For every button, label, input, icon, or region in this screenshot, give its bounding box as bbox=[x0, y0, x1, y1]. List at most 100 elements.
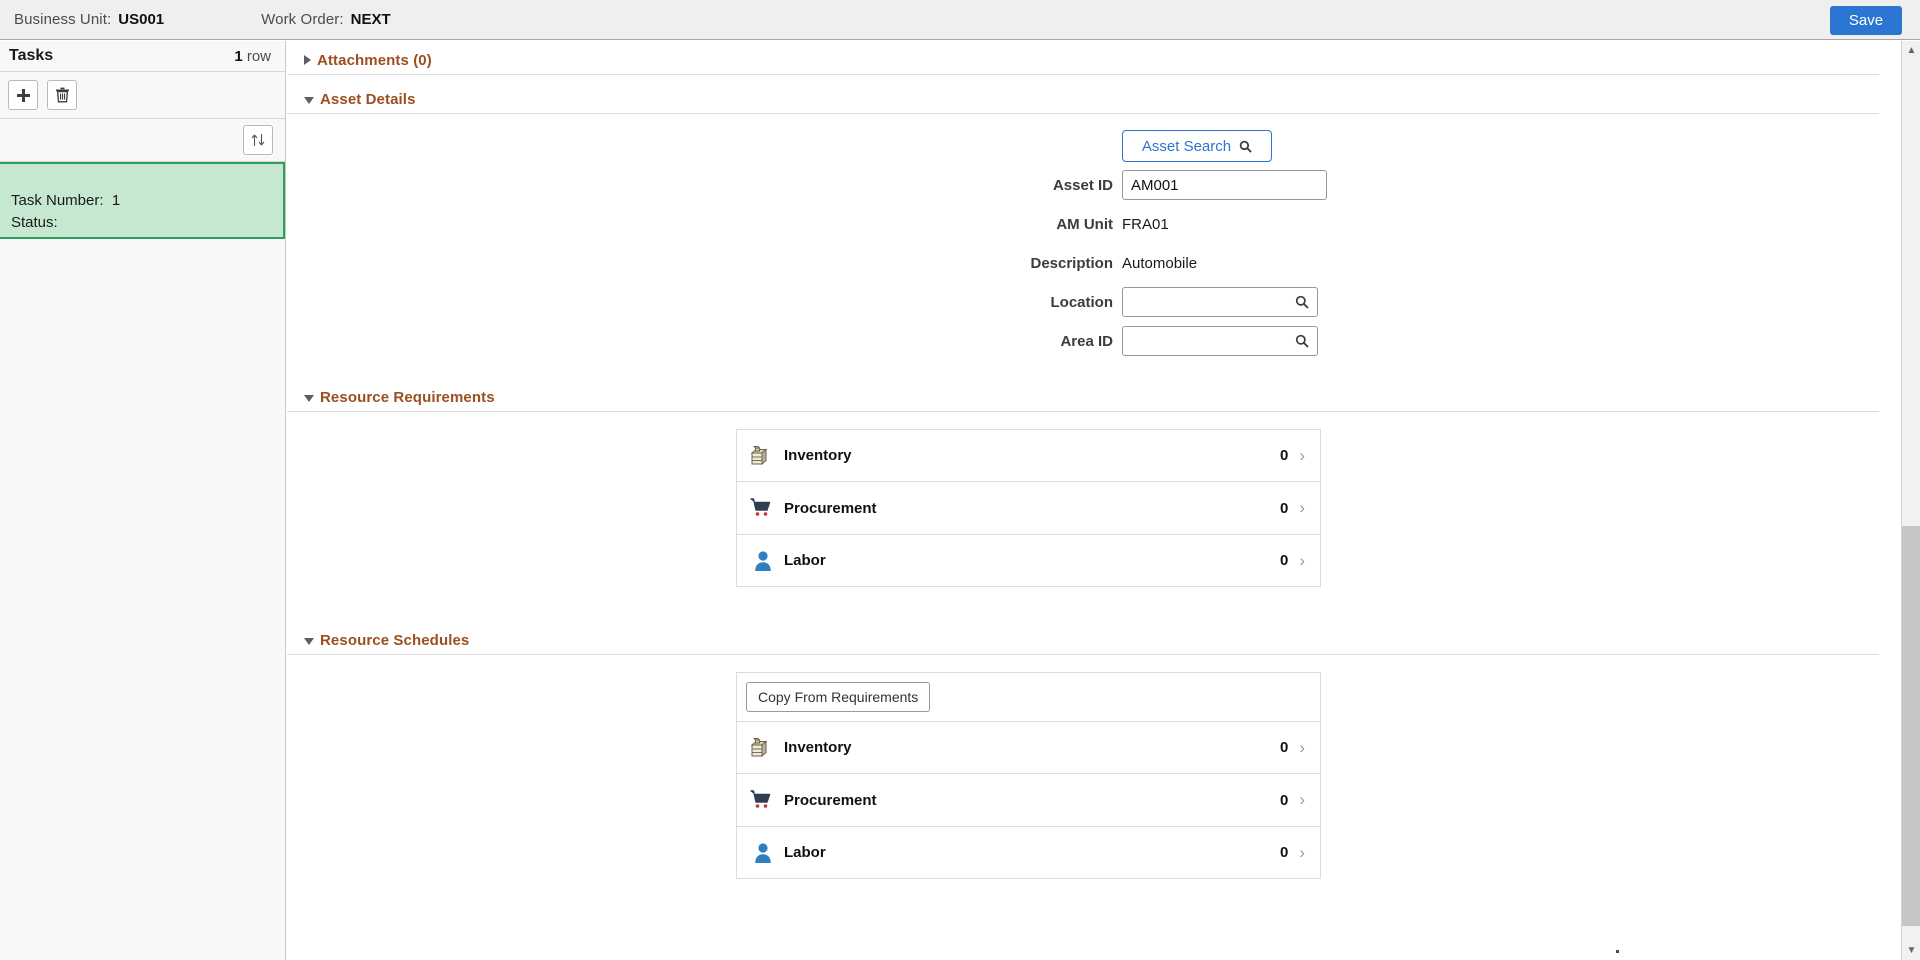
chevron-right-icon[interactable]: › bbox=[1299, 790, 1305, 810]
requirements-inventory-card: Inventory 0 › bbox=[736, 429, 1321, 482]
scroll-down-arrow[interactable]: ▼ bbox=[1902, 941, 1920, 960]
location-lookup-field[interactable] bbox=[1122, 287, 1318, 317]
area-id-row: Area ID bbox=[287, 326, 1901, 356]
tasks-row-count-suffix: row bbox=[243, 48, 271, 65]
resource-requirements-list: Inventory 0 › Procurement 0 › bbox=[736, 429, 1321, 587]
schedules-labor-label: Labor bbox=[784, 844, 1280, 861]
shopping-cart-icon bbox=[749, 496, 777, 520]
inventory-rack-icon bbox=[749, 736, 777, 760]
work-order-label: Work Order: bbox=[261, 11, 344, 28]
sort-arrows-icon bbox=[250, 132, 266, 148]
copy-from-requirements-row: Copy From Requirements bbox=[737, 673, 1320, 721]
location-row: Location bbox=[287, 287, 1901, 317]
requirements-inventory-label: Inventory bbox=[784, 447, 1280, 464]
person-icon bbox=[749, 842, 777, 864]
schedules-procurement-card: Procurement 0 › bbox=[736, 774, 1321, 827]
spacer bbox=[287, 365, 1901, 383]
trash-icon bbox=[55, 87, 70, 103]
task-number-label: Task Number: bbox=[11, 192, 104, 209]
schedules-row-procurement[interactable]: Procurement 0 › bbox=[737, 774, 1320, 826]
chevron-right-icon[interactable]: › bbox=[1299, 843, 1305, 863]
section-attachments-title: Attachments (0) bbox=[317, 52, 432, 69]
requirements-procurement-count: 0 bbox=[1280, 500, 1288, 517]
caret-down-icon[interactable] bbox=[304, 97, 314, 104]
schedules-labor-card: Labor 0 › bbox=[736, 827, 1321, 879]
requirements-row-procurement[interactable]: Procurement 0 › bbox=[737, 482, 1320, 534]
caret-down-icon[interactable] bbox=[304, 638, 314, 645]
chevron-right-icon[interactable]: › bbox=[1299, 551, 1305, 571]
requirements-procurement-card: Procurement 0 › bbox=[736, 482, 1321, 535]
business-unit-value: US001 bbox=[118, 11, 164, 28]
asset-search-button[interactable]: Asset Search bbox=[1122, 130, 1272, 162]
plus-icon bbox=[16, 88, 31, 103]
business-unit-field: Business Unit: US001 bbox=[14, 11, 164, 28]
section-resource-schedules-header[interactable]: Resource Schedules bbox=[287, 626, 1879, 655]
scrollbar-thumb[interactable] bbox=[1902, 526, 1920, 926]
schedules-inventory-label: Inventory bbox=[784, 739, 1280, 756]
work-order-value: NEXT bbox=[351, 11, 391, 28]
caret-right-icon[interactable] bbox=[304, 55, 311, 65]
asset-search-button-label: Asset Search bbox=[1142, 138, 1231, 155]
am-unit-label: AM Unit bbox=[287, 216, 1122, 233]
requirements-labor-count: 0 bbox=[1280, 552, 1288, 569]
copy-from-requirements-button[interactable]: Copy From Requirements bbox=[746, 682, 930, 712]
chevron-right-icon[interactable]: › bbox=[1299, 446, 1305, 466]
tasks-toolbar bbox=[0, 72, 285, 119]
scroll-up-arrow[interactable]: ▲ bbox=[1902, 41, 1920, 60]
location-label: Location bbox=[287, 294, 1122, 311]
section-resource-schedules-title: Resource Schedules bbox=[320, 632, 469, 649]
requirements-inventory-count: 0 bbox=[1280, 447, 1288, 464]
chevron-right-icon[interactable]: › bbox=[1299, 738, 1305, 758]
task-status-label: Status: bbox=[11, 214, 58, 231]
section-resource-requirements-header[interactable]: Resource Requirements bbox=[287, 383, 1879, 412]
section-asset-details-header[interactable]: Asset Details bbox=[287, 85, 1879, 114]
schedules-row-inventory[interactable]: Inventory 0 › bbox=[737, 722, 1320, 773]
task-number-value: 1 bbox=[112, 192, 120, 209]
magnifier-icon[interactable] bbox=[1295, 334, 1309, 348]
add-task-button[interactable] bbox=[8, 80, 38, 110]
requirements-labor-label: Labor bbox=[784, 552, 1280, 569]
requirements-row-labor[interactable]: Labor 0 › bbox=[737, 535, 1320, 586]
am-unit-row: AM Unit FRA01 bbox=[287, 209, 1901, 239]
schedules-inventory-count: 0 bbox=[1280, 739, 1288, 756]
person-icon bbox=[749, 550, 777, 572]
asset-details-form: Asset Search Asset ID AM Unit FRA01 Desc… bbox=[287, 114, 1901, 356]
work-order-field: Work Order: NEXT bbox=[261, 11, 391, 28]
save-button[interactable]: Save bbox=[1830, 6, 1902, 35]
vertical-scrollbar[interactable]: ▲ ▼ bbox=[1901, 41, 1920, 960]
chevron-right-icon[interactable]: › bbox=[1299, 498, 1305, 518]
requirements-procurement-label: Procurement bbox=[784, 500, 1280, 517]
business-unit-label: Business Unit: bbox=[14, 11, 111, 28]
asset-id-input[interactable] bbox=[1122, 170, 1327, 200]
tasks-row-count: 1 row bbox=[234, 48, 271, 65]
main-content-panel: Attachments (0) Asset Details Asset Sear… bbox=[287, 41, 1901, 960]
description-value: Automobile bbox=[1122, 255, 1197, 272]
schedules-procurement-label: Procurement bbox=[784, 792, 1280, 809]
schedules-row-labor[interactable]: Labor 0 › bbox=[737, 827, 1320, 878]
tasks-header: Tasks 1 row bbox=[0, 41, 285, 72]
asset-id-row: Asset ID bbox=[287, 170, 1901, 200]
asset-search-row: Asset Search bbox=[287, 131, 1901, 161]
top-header-bar: Business Unit: US001 Work Order: NEXT Sa… bbox=[0, 0, 1920, 40]
asset-id-label: Asset ID bbox=[287, 177, 1122, 194]
schedules-copy-card: Copy From Requirements bbox=[736, 672, 1321, 722]
delete-task-button[interactable] bbox=[47, 80, 77, 110]
task-status-line: Status: bbox=[11, 212, 283, 234]
task-list-item[interactable]: Task Number: 1 Status: bbox=[0, 162, 285, 239]
sort-tasks-button[interactable] bbox=[243, 125, 273, 155]
tasks-title: Tasks bbox=[9, 47, 53, 65]
render-artifact-dot bbox=[1616, 950, 1619, 953]
shopping-cart-icon bbox=[749, 788, 777, 812]
description-row: Description Automobile bbox=[287, 248, 1901, 278]
caret-down-icon[interactable] bbox=[304, 395, 314, 402]
tasks-sidebar: Tasks 1 row bbox=[0, 41, 286, 960]
magnifier-icon[interactable] bbox=[1295, 295, 1309, 309]
schedules-labor-count: 0 bbox=[1280, 844, 1288, 861]
resource-schedules-list: Copy From Requirements Inventory bbox=[736, 672, 1321, 879]
area-id-label: Area ID bbox=[287, 333, 1122, 350]
section-attachments-header[interactable]: Attachments (0) bbox=[287, 46, 1879, 75]
area-id-lookup-field[interactable] bbox=[1122, 326, 1318, 356]
description-label: Description bbox=[287, 255, 1122, 272]
am-unit-value: FRA01 bbox=[1122, 216, 1169, 233]
requirements-row-inventory[interactable]: Inventory 0 › bbox=[737, 430, 1320, 481]
